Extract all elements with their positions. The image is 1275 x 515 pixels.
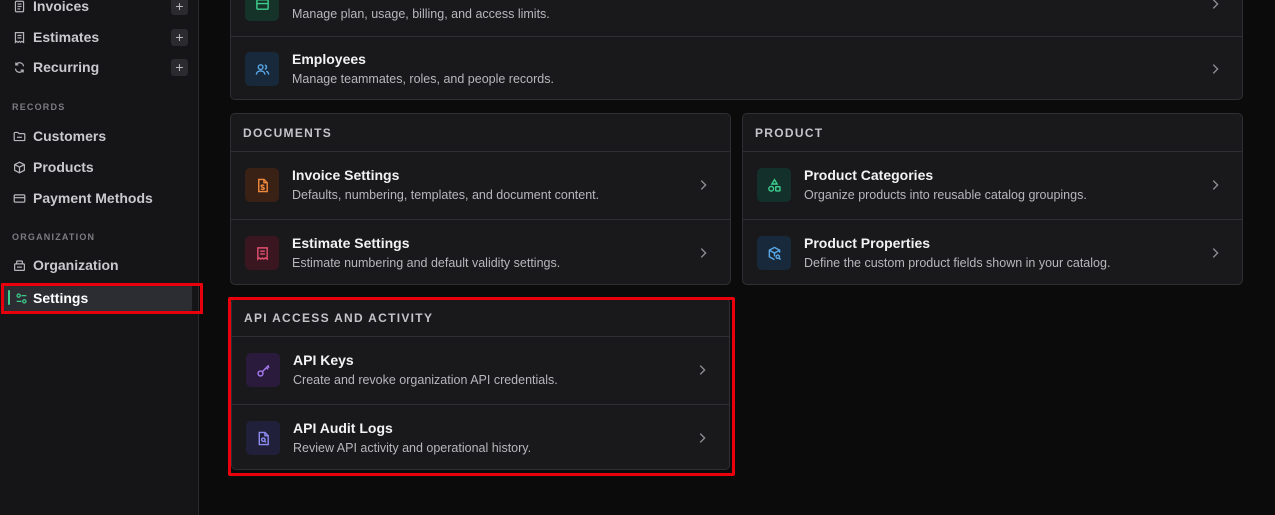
card-icon xyxy=(13,192,26,205)
account-settings-panel: Manage plan, usage, billing, and access … xyxy=(230,0,1243,100)
documents-panel: DOCUMENTS Invoice Settings Defaults, num… xyxy=(230,113,731,285)
api-access-highlight-box xyxy=(228,297,735,476)
product-header: PRODUCT xyxy=(743,114,1242,152)
plan-icon xyxy=(245,0,279,21)
add-estimate-button[interactable]: + xyxy=(171,28,188,46)
row-description: Manage teammates, roles, and people reco… xyxy=(292,72,554,86)
sidebar-item-customers[interactable]: Customers xyxy=(0,122,199,150)
plan-row[interactable]: Manage plan, usage, billing, and access … xyxy=(231,0,1242,37)
chevron-right-icon xyxy=(1208,0,1222,11)
product-panel: PRODUCT Product Categories Organize prod… xyxy=(742,113,1243,285)
add-invoice-button[interactable]: + xyxy=(171,0,188,15)
sidebar-item-products[interactable]: Products xyxy=(0,153,199,181)
sidebar-item-label: Estimates xyxy=(33,29,100,45)
documents-header: DOCUMENTS xyxy=(231,114,730,152)
sidebar: Invoices + Estimates + Recurring + RECOR… xyxy=(0,0,199,515)
users-icon xyxy=(245,52,279,86)
sidebar-item-estimates[interactable]: Estimates + xyxy=(0,23,199,51)
chevron-right-icon xyxy=(1208,246,1222,260)
row-description: Estimate numbering and default validity … xyxy=(292,256,561,270)
file-dollar-icon xyxy=(245,168,279,202)
product-categories-row[interactable]: Product Categories Organize products int… xyxy=(743,152,1242,218)
row-title: Product Properties xyxy=(804,235,931,251)
chevron-right-icon xyxy=(696,178,710,192)
chevron-right-icon xyxy=(1208,178,1222,192)
chevron-right-icon xyxy=(696,246,710,260)
sidebar-item-payment-methods[interactable]: Payment Methods xyxy=(0,184,199,212)
building-icon xyxy=(13,259,26,272)
add-recurring-button[interactable]: + xyxy=(171,58,188,76)
sidebar-item-organization[interactable]: Organization xyxy=(0,251,199,279)
section-title: DOCUMENTS xyxy=(243,126,333,140)
sidebar-item-invoices[interactable]: Invoices + xyxy=(0,0,199,20)
row-description: Define the custom product fields shown i… xyxy=(804,256,1111,270)
sidebar-item-label: Products xyxy=(33,159,94,175)
recurring-icon xyxy=(13,61,26,74)
settings-highlight-box xyxy=(1,283,203,314)
receipt-icon xyxy=(245,236,279,270)
sidebar-item-label: Customers xyxy=(33,128,107,144)
employees-row[interactable]: Employees Manage teammates, roles, and p… xyxy=(231,36,1242,99)
shapes-icon xyxy=(757,168,791,202)
sidebar-item-label: Recurring xyxy=(33,59,100,75)
package-search-icon xyxy=(757,236,791,270)
section-title: PRODUCT xyxy=(755,126,824,140)
row-description: Defaults, numbering, templates, and docu… xyxy=(292,188,600,202)
folder-icon xyxy=(13,130,26,143)
sidebar-item-label: Payment Methods xyxy=(33,190,153,206)
sidebar-item-label: Organization xyxy=(33,257,119,273)
chevron-right-icon xyxy=(1208,62,1222,76)
row-title: Product Categories xyxy=(804,167,934,183)
estimate-settings-row[interactable]: Estimate Settings Estimate numbering and… xyxy=(231,220,730,284)
estimate-icon xyxy=(13,31,26,44)
invoice-icon xyxy=(13,0,26,13)
row-title: Invoice Settings xyxy=(292,167,400,183)
row-description: Organize products into reusable catalog … xyxy=(804,188,1087,202)
row-title: Employees xyxy=(292,51,366,67)
invoice-settings-row[interactable]: Invoice Settings Defaults, numbering, te… xyxy=(231,152,730,218)
sidebar-item-recurring[interactable]: Recurring + xyxy=(0,53,199,81)
row-title: Estimate Settings xyxy=(292,235,410,251)
product-properties-row[interactable]: Product Properties Define the custom pro… xyxy=(743,220,1242,284)
row-description: Manage plan, usage, billing, and access … xyxy=(292,7,550,21)
organization-section-label: ORGANIZATION xyxy=(12,232,96,242)
box-icon xyxy=(13,161,26,174)
sidebar-item-label: Invoices xyxy=(33,0,90,14)
records-section-label: RECORDS xyxy=(12,102,66,112)
